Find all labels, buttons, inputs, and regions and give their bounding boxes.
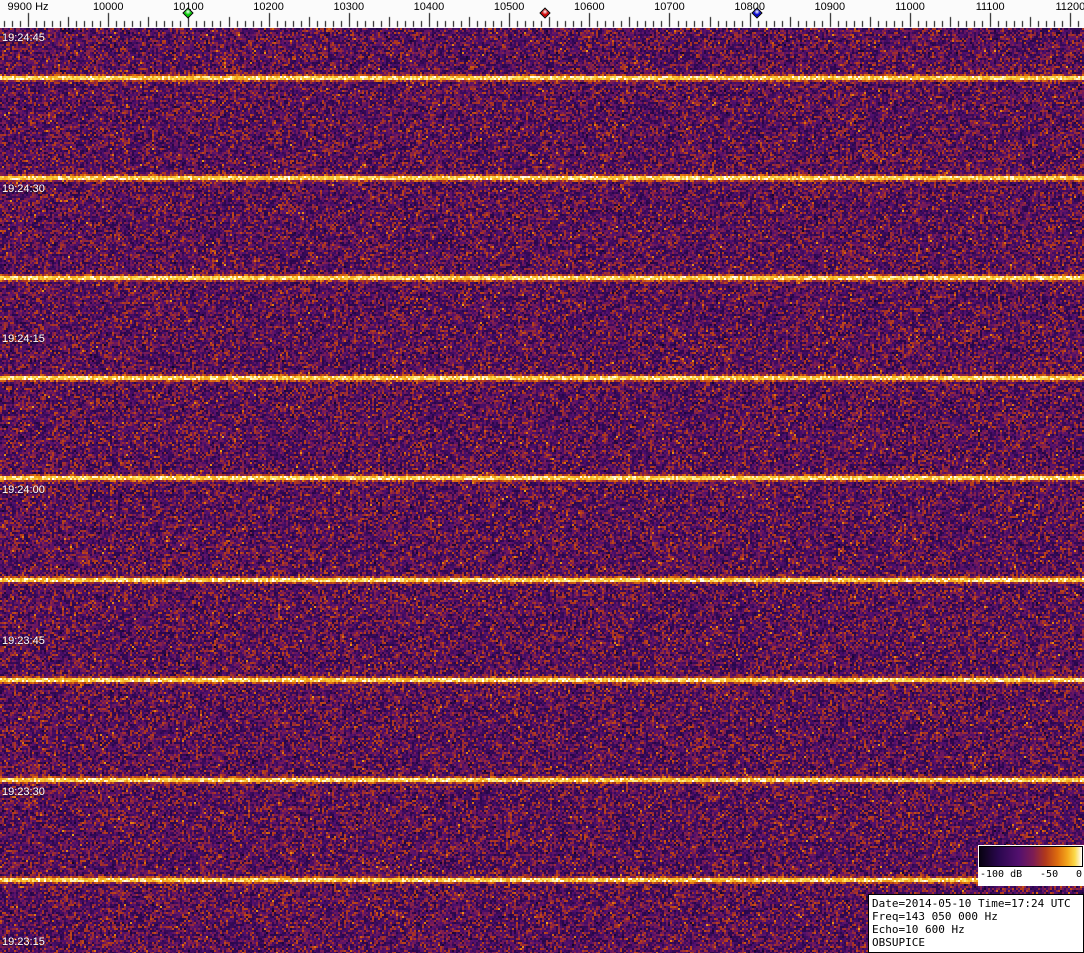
color-scale-labels: -100 dB -50 0 <box>979 867 1083 880</box>
color-scale-gradient <box>979 846 1083 867</box>
freq-tick-label: 10600 <box>574 1 605 13</box>
time-tick-label: 19:24:00 <box>2 484 45 497</box>
legend-max-label: 0 <box>1075 869 1082 880</box>
legend-mid-label: -50 <box>1040 869 1059 880</box>
info-box: Date=2014-05-10 Time=17:24 UTC Freq=143 … <box>868 894 1084 953</box>
freq-tick-label: 11100 <box>975 1 1005 13</box>
waterfall-area: 19:24:45 19:24:30 19:24:15 19:24:00 19:23:45… <box>0 28 1084 953</box>
info-date-time: Date=2014-05-10 Time=17:24 UTC <box>872 897 1071 910</box>
freq-tick-label: 10400 <box>413 1 445 13</box>
info-station: OBSUPICE <box>872 936 925 949</box>
freq-tick-label: 11200 <box>1055 1 1084 13</box>
info-echo: Echo=10 600 Hz <box>872 923 965 936</box>
freq-tick-label: 9900 Hz <box>7 1 49 13</box>
time-tick-label: 19:24:30 <box>2 182 45 195</box>
frequency-axis: 9900 Hz100001010010200103001040010500106… <box>0 0 1084 28</box>
time-tick-label: 19:23:45 <box>2 634 45 647</box>
legend-min-label: -100 dB <box>980 869 1023 880</box>
freq-tick-label: 10500 <box>493 1 525 13</box>
freq-tick-label: 10200 <box>253 1 284 13</box>
spectrogram-waterfall <box>0 28 1084 953</box>
time-tick-label: 19:23:15 <box>2 936 45 949</box>
time-tick-label: 19:23:30 <box>2 785 45 798</box>
freq-tick-label: 10000 <box>92 1 124 13</box>
freq-tick-label: 10300 <box>333 1 365 13</box>
freq-tick-label: 11000 <box>895 1 925 13</box>
freq-tick-label: 10700 <box>654 1 685 13</box>
time-tick-label: 19:24:45 <box>2 32 45 44</box>
color-scale-legend: -100 dB -50 0 <box>978 845 1084 886</box>
spectrogram-app: 9900 Hz100001010010200103001040010500106… <box>0 0 1084 953</box>
time-tick-label: 19:24:15 <box>2 333 45 346</box>
info-frequency: Freq=143 050 000 Hz <box>872 910 998 923</box>
freq-tick-label: 10900 <box>814 1 846 13</box>
